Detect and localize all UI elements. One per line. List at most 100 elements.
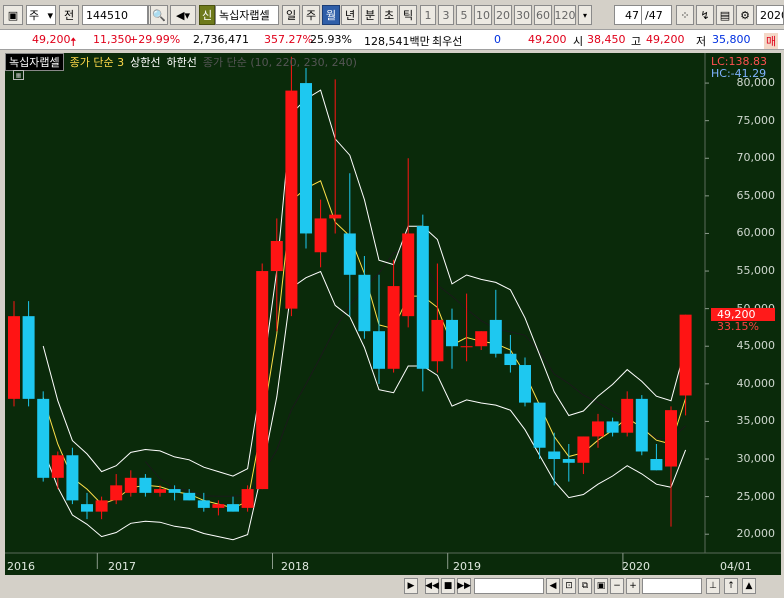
scroll-track[interactable] bbox=[474, 578, 544, 594]
stock-code-value: 144510 bbox=[86, 8, 128, 22]
y-tick-label: 80,000 bbox=[736, 76, 776, 90]
volume-ratio: 357.27% bbox=[264, 33, 313, 46]
interval-30[interactable]: 30 bbox=[514, 5, 532, 25]
chart-grid-icon[interactable]: ⁘ bbox=[676, 5, 694, 25]
chart-type-icon[interactable]: ▲ bbox=[742, 578, 756, 594]
interval-120[interactable]: 120 bbox=[554, 5, 576, 25]
tab-day[interactable]: 일 bbox=[282, 5, 300, 25]
candle-body bbox=[635, 398, 648, 452]
y-tick-label: 55,000 bbox=[736, 264, 776, 278]
open-price: 38,450 bbox=[587, 33, 626, 46]
tab-tick[interactable]: 틱 bbox=[399, 5, 417, 25]
x-label-2019: 2019 bbox=[453, 560, 481, 573]
candle-body bbox=[460, 346, 473, 348]
candle-body bbox=[519, 365, 531, 403]
zoom-in-icon[interactable]: + bbox=[626, 578, 640, 594]
interval-5[interactable]: 5 bbox=[456, 5, 472, 25]
up-arrow-icon: 🠅 bbox=[70, 35, 77, 49]
x-label-2018: 2018 bbox=[281, 560, 309, 573]
sound-icon[interactable]: ◀▾ bbox=[170, 5, 196, 25]
x-label-2016: 2016 bbox=[7, 560, 35, 573]
chart-line-icon[interactable]: ↯ bbox=[696, 5, 714, 25]
save-icon[interactable]: ▤ bbox=[716, 5, 734, 25]
candle-body bbox=[373, 331, 385, 369]
tab-year[interactable]: 년 bbox=[341, 5, 359, 25]
tab-week[interactable]: 주 bbox=[302, 5, 320, 25]
candle-body bbox=[314, 218, 327, 253]
candle-body bbox=[548, 451, 561, 460]
zoom-area-icon[interactable]: ▣ bbox=[594, 578, 608, 594]
y-tick-label: 65,000 bbox=[736, 188, 776, 202]
market-select[interactable]: 주 ▾ bbox=[26, 5, 56, 25]
stock-name-field: 녹십자랩셀 bbox=[215, 5, 279, 25]
x-label-2020: 2020 bbox=[622, 560, 650, 573]
gear-icon[interactable]: ⚙ bbox=[736, 5, 754, 25]
candle-body bbox=[416, 225, 429, 369]
interval-60[interactable]: 60 bbox=[534, 5, 552, 25]
candle-body bbox=[343, 233, 356, 275]
chart-scroll-bar: ▶ ◀◀ ■ ▶▶ ◀ ⊡ ⧉ ▣ − + ⊥ ↑ ▲ bbox=[0, 575, 784, 598]
last-price: 49,200 bbox=[528, 33, 567, 46]
legend-toggle-icon[interactable]: ▦ bbox=[13, 70, 24, 80]
y-tick-label: 20,000 bbox=[736, 527, 776, 541]
volume: 2,736,471 bbox=[193, 33, 249, 46]
open-label: 시 bbox=[573, 35, 584, 48]
zoom-out-icon[interactable]: − bbox=[610, 578, 624, 594]
scroll-left-end-icon[interactable]: ◀ bbox=[546, 578, 560, 594]
current-price: 49,200 bbox=[32, 33, 71, 46]
interval-chevron-icon[interactable]: ▾ bbox=[578, 5, 592, 25]
period-type-button[interactable]: 전 bbox=[59, 5, 79, 25]
legend-stock-name: 녹십자랩셀 bbox=[5, 53, 64, 71]
interval-10[interactable]: 10 bbox=[474, 5, 492, 25]
candle-body bbox=[22, 316, 35, 399]
stock-code-input[interactable]: 144510 bbox=[82, 5, 148, 25]
turnover: 25.93% bbox=[310, 33, 352, 46]
candle-body bbox=[110, 485, 123, 501]
search-icon[interactable]: 🔍 bbox=[150, 5, 168, 25]
tab-second[interactable]: 초 bbox=[380, 5, 398, 25]
candlestick-svg bbox=[5, 53, 781, 569]
candle-body bbox=[679, 314, 692, 396]
candle-body bbox=[154, 489, 166, 493]
interval-3[interactable]: 3 bbox=[438, 5, 454, 25]
y-tick-label: 40,000 bbox=[736, 376, 776, 390]
quote-strip: 49,200 🠅 11,350 +29.99% 2,736,471 357.27… bbox=[0, 30, 784, 50]
candle-body bbox=[183, 492, 196, 501]
page-input[interactable]: 47 bbox=[614, 5, 642, 25]
candle-body bbox=[358, 274, 371, 332]
candle-body bbox=[402, 233, 415, 317]
high-label: 고 bbox=[631, 35, 642, 48]
x-label-2017: 2017 bbox=[108, 560, 136, 573]
current-price-pct: 33.15% bbox=[717, 319, 759, 333]
candle-body bbox=[8, 316, 20, 399]
tab-minute[interactable]: 분 bbox=[361, 5, 379, 25]
candle-body bbox=[533, 402, 546, 448]
arrow-up-icon[interactable]: ⊥ bbox=[706, 578, 720, 594]
high-price: 49,200 bbox=[646, 33, 685, 46]
candle-body bbox=[51, 455, 64, 478]
hts-chart-window: ▣ 주▾ 전 144510 ▼ 🔍 ◀▾ 신 녹십자랩셀 일 주 월 년 분 초… bbox=[0, 0, 784, 598]
sell-tab[interactable]: 매 bbox=[764, 33, 779, 49]
rewind-icon[interactable]: ◀◀ bbox=[425, 578, 439, 594]
zoom-track[interactable] bbox=[642, 578, 702, 594]
y-tick-label: 75,000 bbox=[736, 113, 776, 127]
window-menu-icon[interactable]: ▣ bbox=[3, 5, 23, 25]
arrow-icon[interactable]: ↑ bbox=[724, 578, 738, 594]
candle-body bbox=[387, 286, 400, 369]
interval-1[interactable]: 1 bbox=[420, 5, 436, 25]
zoom-box-icon[interactable]: ⧉ bbox=[578, 578, 592, 594]
low-label: 저 bbox=[696, 35, 707, 48]
y-tick-label: 35,000 bbox=[736, 414, 776, 428]
price-chart[interactable]: 녹십자랩셀 종가 단순 3 상한선 하한선 종가 단순 (10, 220, 23… bbox=[5, 53, 781, 575]
page-value: 47 bbox=[625, 8, 639, 22]
candle-body bbox=[139, 477, 152, 493]
tab-month[interactable]: 월 bbox=[322, 5, 340, 25]
forward-icon[interactable]: ▶▶ bbox=[457, 578, 471, 594]
interval-20[interactable]: 20 bbox=[494, 5, 512, 25]
zoom-fit-icon[interactable]: ⊡ bbox=[562, 578, 576, 594]
stop-icon[interactable]: ■ bbox=[441, 578, 455, 594]
y-tick-label: 70,000 bbox=[736, 151, 776, 165]
scroll-right-icon[interactable]: ▶ bbox=[404, 578, 418, 594]
year-field[interactable]: 2020 bbox=[756, 5, 784, 25]
candle-body bbox=[66, 455, 79, 501]
